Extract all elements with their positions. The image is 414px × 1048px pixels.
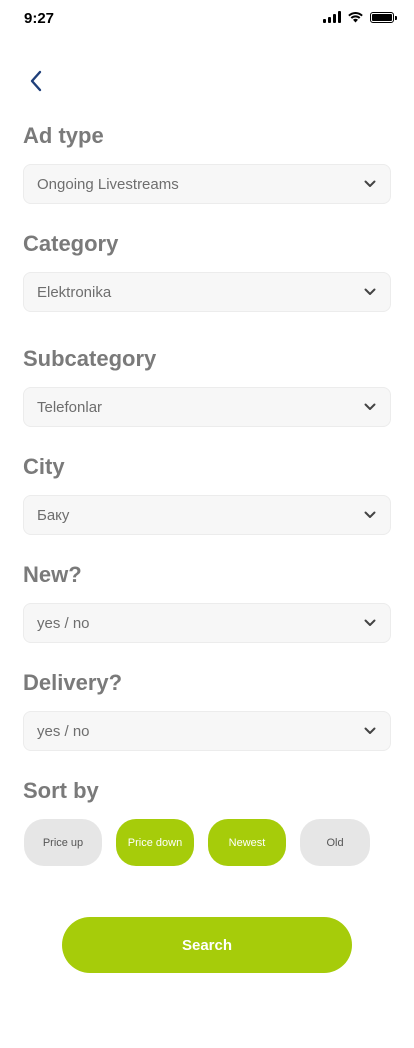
status-icons [323, 11, 397, 23]
chevron-down-icon [363, 285, 377, 299]
category-label: Category [23, 231, 119, 256]
chevron-down-icon [363, 724, 377, 738]
ad-type-value: Ongoing Livestreams [37, 175, 179, 193]
sort-by-label: Sort by [23, 778, 99, 803]
sort-chip-old[interactable]: Old [300, 819, 370, 866]
city-select[interactable]: Баку [23, 495, 391, 535]
sort-chip-price-up[interactable]: Price up [24, 819, 102, 866]
sort-chip-newest[interactable]: Newest [208, 819, 286, 866]
status-time: 9:27 [24, 10, 55, 27]
signal-icon [323, 11, 341, 23]
chevron-down-icon [363, 616, 377, 630]
city-label: City [23, 454, 65, 479]
new-label: New? [23, 562, 82, 587]
chevron-down-icon [363, 400, 377, 414]
delivery-select[interactable]: yes / no [23, 711, 391, 751]
wifi-icon [348, 11, 363, 23]
subcategory-label: Subcategory [23, 346, 157, 371]
delivery-value: yes / no [37, 722, 90, 740]
chevron-down-icon [363, 508, 377, 522]
ad-type-select[interactable]: Ongoing Livestreams [23, 164, 391, 204]
sort-chip-price-down[interactable]: Price down [116, 819, 194, 866]
back-button[interactable] [22, 66, 50, 96]
subcategory-value: Telefonlar [37, 398, 103, 416]
new-select[interactable]: yes / no [23, 603, 391, 643]
ad-type-label: Ad type [23, 123, 104, 148]
new-value: yes / no [37, 614, 90, 632]
battery-icon [370, 11, 397, 23]
subcategory-select[interactable]: Telefonlar [23, 387, 391, 427]
category-value: Elektronika [37, 283, 112, 301]
search-button[interactable]: Search [62, 917, 352, 973]
category-select[interactable]: Elektronika [23, 272, 391, 312]
delivery-label: Delivery? [23, 670, 123, 695]
chevron-left-icon [30, 70, 42, 92]
city-value: Баку [37, 506, 70, 524]
chevron-down-icon [363, 177, 377, 191]
status-bar: 9:27 [0, 0, 414, 38]
filter-screen: 9:27 Ad type Ongoing Livestreams Categor… [0, 0, 414, 1048]
